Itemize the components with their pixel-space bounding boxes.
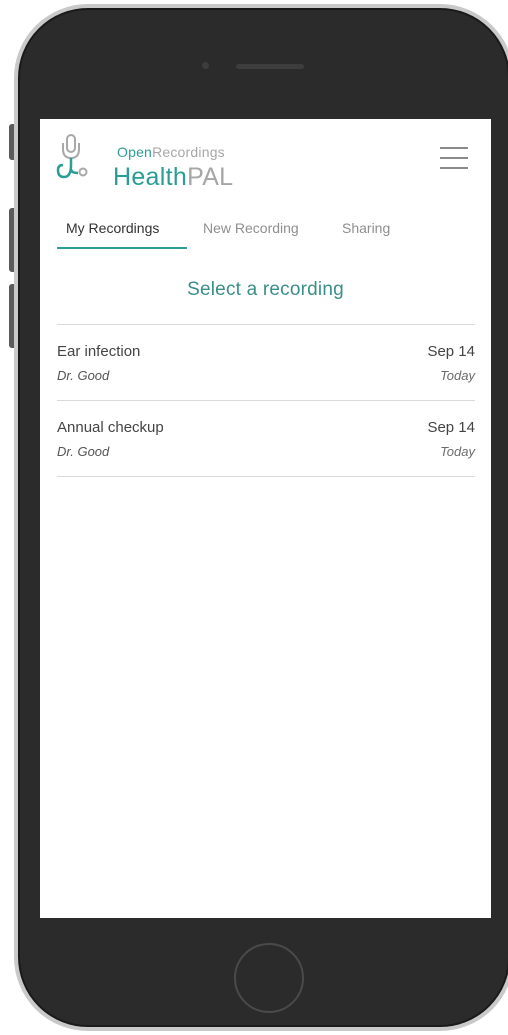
tab-my-recordings[interactable]: My Recordings	[66, 218, 159, 238]
tab-new-recording[interactable]: New Recording	[203, 218, 299, 238]
list-divider	[57, 476, 475, 477]
recording-item-ear-infection[interactable]: Ear infection Sep 14 Dr. Good Today	[57, 343, 475, 413]
app-title: HealthPAL	[113, 163, 233, 192]
recording-doctor: Dr. Good	[57, 368, 110, 383]
page-title: Select a recording	[187, 279, 344, 300]
tab-bar: My Recordings New Recording Sharing	[57, 218, 477, 250]
active-tab-indicator	[57, 247, 187, 249]
device-frame: OpenRecordings HealthPAL My Recordings N…	[0, 0, 508, 1035]
menu-line-bottom	[440, 167, 468, 169]
menu-line-middle	[440, 157, 468, 159]
tab-sharing[interactable]: Sharing	[342, 218, 390, 238]
app-screen: OpenRecordings HealthPAL My Recordings N…	[40, 119, 491, 918]
app-title-secondary: PAL	[187, 163, 234, 191]
brand-name: OpenRecordings	[117, 144, 225, 160]
front-camera	[202, 62, 209, 69]
menu-line-top	[440, 147, 468, 149]
recording-name: Ear infection	[57, 343, 141, 360]
recording-item-annual-checkup[interactable]: Annual checkup Sep 14 Dr. Good Today	[57, 419, 475, 489]
recording-relative-date: Today	[440, 444, 475, 459]
recording-name: Annual checkup	[57, 419, 164, 436]
recording-date: Sep 14	[427, 343, 475, 360]
brand-suffix: Recordings	[152, 144, 225, 160]
brand-prefix: Open	[117, 144, 153, 160]
earpiece-speaker	[236, 64, 304, 69]
hamburger-menu-icon[interactable]	[440, 147, 468, 171]
app-title-primary: Health	[113, 163, 188, 191]
list-divider	[57, 400, 475, 401]
recording-relative-date: Today	[440, 368, 475, 383]
list-divider	[57, 324, 475, 325]
recording-date: Sep 14	[427, 419, 475, 436]
stethoscope-microphone-icon	[56, 134, 88, 179]
home-button[interactable]	[234, 943, 304, 1013]
recording-doctor: Dr. Good	[57, 444, 110, 459]
